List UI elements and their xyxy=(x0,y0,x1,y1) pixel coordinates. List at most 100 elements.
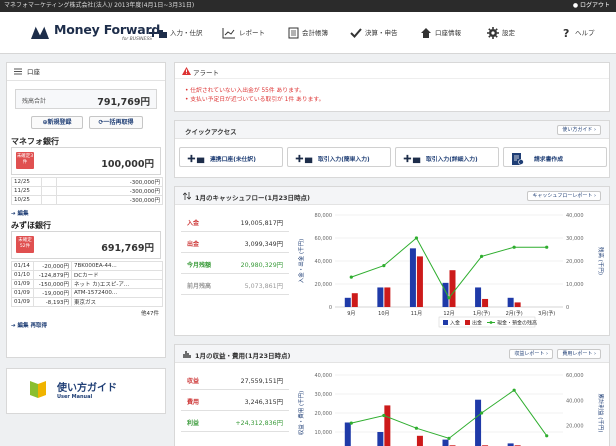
bar-chart-icon xyxy=(183,351,191,358)
bank-name[interactable]: マネフォ銀行 xyxy=(7,133,165,147)
up-down-arrows-icon xyxy=(183,192,191,200)
revenue: 収益 27,559,151円 xyxy=(181,369,289,390)
legend-swatch-3-dot xyxy=(489,321,493,324)
y-tick-label: 10,000 xyxy=(315,430,333,436)
y-tick-label: 30,000 xyxy=(315,392,333,398)
quick-invoice[interactable]: 請求書作成 xyxy=(503,147,607,167)
line-point xyxy=(512,388,516,392)
x-tick-label: 12月 xyxy=(443,311,454,317)
y2-tick-label: 60,000 xyxy=(566,373,584,379)
y-tick-label: 0 xyxy=(329,305,332,311)
y-tick-label: 60,000 xyxy=(315,236,333,242)
nav-closing[interactable]: 決算・申告 xyxy=(350,26,410,40)
x-tick-label: 2月(予) xyxy=(506,310,523,317)
unconfirmed-badge[interactable]: 未確定3件 xyxy=(16,152,34,169)
bank-name[interactable]: みずほ銀行 xyxy=(7,217,165,231)
nav-ledgers[interactable]: 会計帳簿 xyxy=(288,26,342,40)
y2-axis-title: 残高 (千円) xyxy=(597,247,605,275)
bar-series-1 xyxy=(344,297,351,307)
quick-simple-entry[interactable]: 取引入力(簡単入力) xyxy=(287,147,391,167)
line-series-3 xyxy=(351,389,548,439)
bank-summary[interactable]: 未確定3件 100,000円 xyxy=(11,147,161,175)
bank-summary[interactable]: 未確定52件 691,769円 xyxy=(11,231,161,259)
edit-refresh-link[interactable]: ➔ 編集 再取得 xyxy=(7,317,165,329)
line-point xyxy=(349,421,353,425)
y2-tick-label: 30,000 xyxy=(566,236,584,242)
y2-tick-label: 40,000 xyxy=(566,213,584,219)
x-tick-label: 1月(予) xyxy=(473,310,490,317)
bar-series-2 xyxy=(351,293,358,307)
refresh-all-button[interactable]: ⟳一括再取得 xyxy=(89,116,143,129)
line-point xyxy=(512,245,516,249)
logout-link[interactable]: ● ログアウト xyxy=(573,0,610,12)
line-point xyxy=(414,236,419,240)
expense-report-button[interactable]: 費用レポート › xyxy=(557,349,601,359)
y2-tick-label: 0 xyxy=(566,305,569,311)
nav-reports[interactable]: レポート xyxy=(222,26,274,40)
brand-name: Money Forward xyxy=(54,22,161,37)
gear-icon xyxy=(487,27,499,39)
legend-label-3: 現金・預金の残高 xyxy=(497,320,537,327)
plus-folder-icon xyxy=(403,154,421,164)
prev-balance: 前月残高 5,073,861円 xyxy=(181,274,289,295)
bar-series-2 xyxy=(449,270,456,307)
plus-folder-icon xyxy=(149,29,167,38)
nav-entry[interactable]: 入力・仕訳 xyxy=(148,26,208,40)
month-balance: 今月残額 20,980,329円 xyxy=(181,253,289,274)
accounts-panel: 口座 残高合計 791,769円 ⊕新規登録 ⟳一括再取得 マネフォ銀行 未確定… xyxy=(6,62,166,358)
new-account-button[interactable]: ⊕新規登録 xyxy=(31,116,83,129)
bar-series-1 xyxy=(377,432,384,446)
quick-detailed-entry[interactable]: 取引入力(詳細入力) xyxy=(395,147,499,167)
line-point xyxy=(479,411,484,415)
x-tick-label: 9月 xyxy=(347,311,355,317)
expense: 費用 3,246,315円 xyxy=(181,390,289,411)
quick-linked-accounts[interactable]: 連携口座(未仕訳) xyxy=(179,147,283,167)
svg-text:?: ? xyxy=(563,27,569,39)
income-chart: 40,00030,00020,00010,000060,00040,00020,… xyxy=(297,373,605,446)
y2-tick-label: 20,000 xyxy=(566,259,584,265)
nav-help[interactable]: ? ヘルプ xyxy=(562,26,602,40)
legend-swatch-1 xyxy=(443,320,448,325)
table-row: 11/25 -300,000円 xyxy=(11,186,163,196)
nav-accounts[interactable]: 口座情報 xyxy=(420,26,476,40)
accounts-header: 口座 xyxy=(7,63,165,81)
account-bar: マネフォマーケティング株式会社(法人)/ 2013年度(4月1日~3月31日) … xyxy=(0,0,616,12)
guide-button[interactable]: 使い方ガイド › xyxy=(557,125,601,135)
alert-due[interactable]: • 支払い予定日が近づいている取引が 1件 あります。 xyxy=(185,94,324,103)
nav-settings[interactable]: 設定 xyxy=(487,26,521,40)
x-tick-label: 3月(予) xyxy=(538,310,555,317)
table-row: 12/25 -300,000円 xyxy=(11,177,163,187)
table-row: 10/25 -300,000円 xyxy=(11,195,163,205)
line-point xyxy=(382,264,386,268)
revenue-report-button[interactable]: 収益レポート › xyxy=(509,349,553,359)
check-icon xyxy=(350,28,362,38)
book-icon xyxy=(30,381,46,398)
unconfirmed-badge[interactable]: 未確定52件 xyxy=(16,236,34,253)
bar-series-2 xyxy=(416,256,423,307)
warning-icon xyxy=(182,67,191,75)
line-point xyxy=(447,296,451,300)
table-row: 01/09 -150,000円 ネット カ)エスピ-ア... xyxy=(11,279,163,289)
y2-tick-label: 20,000 xyxy=(566,424,584,430)
legend-label-2: 出金 xyxy=(472,320,482,327)
edit-link[interactable]: ➔ 編集 xyxy=(7,205,165,217)
y-tick-label: 40,000 xyxy=(315,373,333,379)
y2-axis-title: 累計利益 (千円) xyxy=(597,393,605,432)
question-icon: ? xyxy=(563,27,569,39)
bar-series-1 xyxy=(475,399,482,446)
user-guide-banner[interactable]: 使い方ガイド User Manual xyxy=(6,368,166,414)
ledger-icon xyxy=(288,27,299,39)
list-icon xyxy=(14,68,22,75)
y-axis-title: 収益・費用 (千円) xyxy=(297,391,305,436)
bar-series-1 xyxy=(344,422,351,446)
cashflow-report-button[interactable]: キャッシュフローレポート › xyxy=(527,191,601,201)
alert-unjournaled[interactable]: • 仕訳されていない入出金が 55件 あります。 xyxy=(185,85,305,94)
line-point xyxy=(545,245,549,249)
profit: 利益 +24,312,836円 xyxy=(181,411,289,432)
plus-folder-icon xyxy=(295,154,313,164)
global-nav: Money Forward for BUSINESS 入力・仕訳 レポート 会計… xyxy=(0,12,616,54)
bar-series-2 xyxy=(514,302,521,307)
line-point xyxy=(479,254,484,258)
bar-series-2 xyxy=(384,405,391,446)
more-count[interactable]: 他47件 xyxy=(7,307,165,317)
